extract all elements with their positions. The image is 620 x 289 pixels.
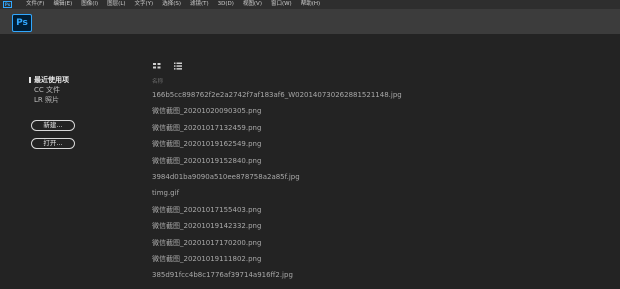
file-row[interactable]: 微信截图_20201019152840.png [152,153,402,169]
menu-help[interactable]: 帮助(H) [301,0,320,9]
menu-type[interactable]: 文字(Y) [135,0,154,9]
menu-filter[interactable]: 滤镜(T) [190,0,209,9]
recent-files-list: 名称 166b5cc898762f2e2a2742f7af183af6_W020… [152,77,402,284]
name-column-header[interactable]: 名称 [152,77,402,87]
grid-view-icon[interactable] [152,56,162,69]
list-view-icon[interactable] [173,56,183,70]
menu-edit[interactable]: 编辑(E) [53,0,72,9]
menu-bar: Ps 文件(F) 编辑(E) 图像(I) 图层(L) 文字(Y) 选择(S) 滤… [0,0,620,9]
menu-view[interactable]: 视图(V) [243,0,262,9]
new-button[interactable]: 新建... [31,120,75,131]
file-row[interactable]: 微信截图_20201019111802.png [152,251,402,267]
photoshop-app-icon[interactable]: Ps [3,1,12,8]
file-row[interactable]: 166b5cc898762f2e2a2742f7af183af6_W020140… [152,87,402,103]
file-row[interactable]: 微信截图_20201017170200.png [152,235,402,251]
file-row[interactable]: 微信截图_20201020090305.png [152,103,402,119]
file-row[interactable]: 微信截图_20201017155403.png [152,202,402,218]
file-row[interactable]: 微信截图_20201017132459.png [152,120,402,136]
home-screen: 最近使用项 CC 文件 LR 照片 新建... 打开... 名称 166b5cc… [0,34,620,289]
file-row[interactable]: 微信截图_20201019142332.png [152,218,402,234]
file-row[interactable]: 3984d01ba9090a510ee878758a2a85f.jpg [152,169,402,185]
open-button[interactable]: 打开... [31,138,75,149]
menu-3d[interactable]: 3D(D) [218,0,234,9]
sidebar: 最近使用项 CC 文件 LR 照片 [29,75,69,105]
options-bar: Ps [0,9,620,34]
sidebar-item-lr-photos[interactable]: LR 照片 [30,95,69,105]
photoshop-logo[interactable]: Ps [12,14,32,32]
file-row[interactable]: 385d91fcc4b8c1776af39714a916ff2.jpg [152,267,402,283]
sidebar-item-cc-files[interactable]: CC 文件 [30,85,69,95]
file-row[interactable]: 微信截图_20201019162549.png [152,136,402,152]
menu-layer[interactable]: 图层(L) [107,0,125,9]
sidebar-item-recent[interactable]: 最近使用项 [29,75,69,85]
file-row[interactable]: timg.gif [152,185,402,201]
menu-window[interactable]: 窗口(W) [271,0,292,9]
menu-select[interactable]: 选择(S) [162,0,181,9]
menu-image[interactable]: 图像(I) [81,0,98,9]
menu-file[interactable]: 文件(F) [26,0,44,9]
